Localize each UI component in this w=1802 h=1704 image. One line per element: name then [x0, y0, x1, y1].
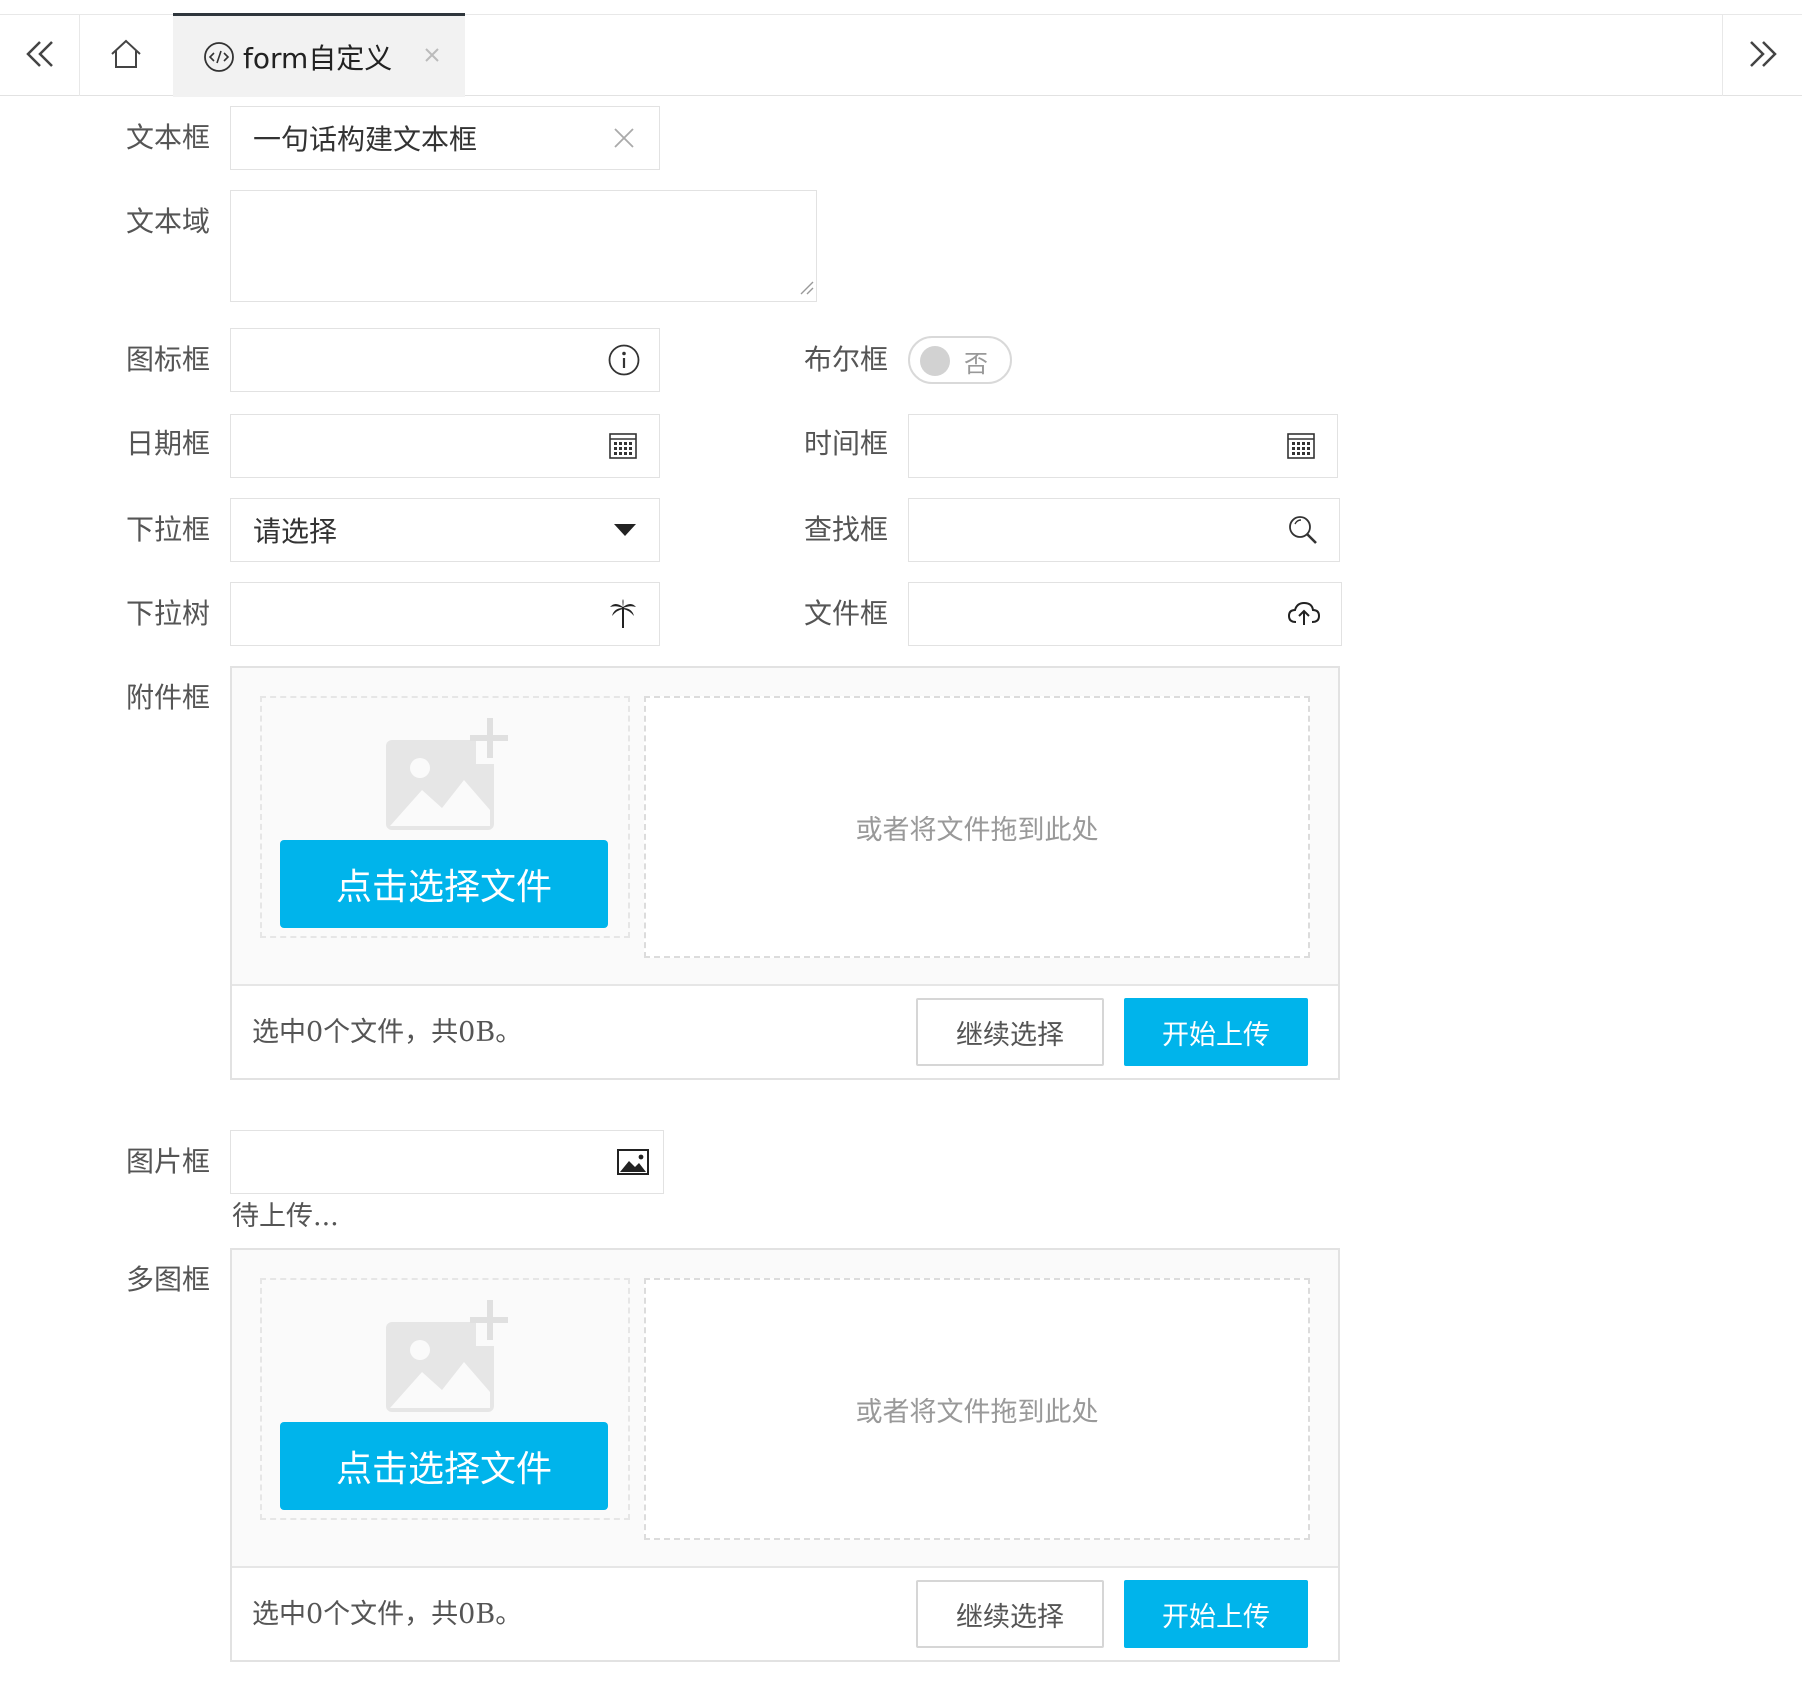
calendar-icon[interactable]	[1287, 433, 1315, 459]
select-field-label: 下拉框	[125, 513, 210, 546]
add-image-icon	[380, 1298, 510, 1420]
tab-title: form自定义	[243, 41, 393, 75]
text-field-label: 文本框	[125, 121, 210, 154]
file-field[interactable]	[908, 582, 1342, 646]
scroll-tabs-right-button[interactable]	[1722, 15, 1802, 96]
image-field[interactable]	[230, 1130, 664, 1194]
select-field[interactable]: 请选择	[230, 498, 660, 562]
attachment-uploader: 点击选择文件 或者将文件拖到此处 选中0个文件，共0B。 继续选择 开始上传	[230, 666, 1340, 1080]
upload-status-bar: 选中0个文件，共0B。 继续选择 开始上传	[232, 984, 1338, 1078]
code-icon	[203, 41, 235, 73]
close-icon[interactable]	[423, 46, 441, 64]
add-image-icon	[380, 716, 510, 838]
tree-select-field[interactable]	[230, 582, 660, 646]
continue-select-button[interactable]: 继续选择	[916, 998, 1104, 1066]
tree-select-label: 下拉树	[125, 597, 210, 630]
file-pick-area: 点击选择文件	[260, 1278, 630, 1520]
multi-image-field-label: 多图框	[125, 1263, 210, 1296]
choose-file-button[interactable]: 点击选择文件	[280, 840, 608, 928]
icon-field[interactable]	[230, 328, 660, 392]
file-drop-zone[interactable]: 或者将文件拖到此处	[644, 696, 1310, 958]
textarea-label: 文本域	[125, 205, 210, 238]
search-field[interactable]	[908, 498, 1340, 562]
cloud-upload-icon[interactable]	[1287, 601, 1321, 627]
search-field-label: 查找框	[803, 513, 888, 546]
scroll-tabs-left-button[interactable]	[0, 15, 80, 96]
tab-home[interactable]	[80, 15, 172, 96]
icon-field-label: 图标框	[125, 343, 210, 376]
switch-knob	[920, 346, 950, 376]
clear-icon[interactable]	[613, 127, 635, 149]
choose-file-button[interactable]: 点击选择文件	[280, 1422, 608, 1510]
multi-image-uploader: 点击选择文件 或者将文件拖到此处 选中0个文件，共0B。 继续选择 开始上传	[230, 1248, 1340, 1662]
text-field[interactable]: 一句话构建文本框	[230, 106, 660, 170]
home-icon	[109, 37, 143, 75]
caret-down-icon	[613, 523, 637, 537]
start-upload-button[interactable]: 开始上传	[1124, 1580, 1308, 1648]
search-icon[interactable]	[1287, 514, 1319, 546]
tab-form-custom[interactable]: form自定义	[173, 13, 465, 97]
text-field-value: 一句话构建文本框	[253, 123, 478, 156]
time-field-label: 时间框	[803, 427, 888, 460]
image-upload-status: 待上传...	[232, 1201, 339, 1232]
attachment-field-label: 附件框	[125, 681, 210, 714]
date-field[interactable]	[230, 414, 660, 478]
upload-status-text: 选中0个文件，共0B。	[252, 1599, 523, 1630]
image-icon[interactable]	[617, 1149, 649, 1175]
double-chevron-left-icon	[24, 38, 56, 74]
continue-select-button[interactable]: 继续选择	[916, 1580, 1104, 1648]
calendar-icon[interactable]	[609, 433, 637, 459]
select-placeholder: 请选择	[253, 515, 338, 548]
file-drop-zone[interactable]: 或者将文件拖到此处	[644, 1278, 1310, 1540]
switch-text: 否	[964, 350, 988, 378]
bool-field-label: 布尔框	[803, 343, 888, 376]
file-field-label: 文件框	[803, 597, 888, 630]
info-icon	[607, 343, 641, 377]
double-chevron-right-icon	[1747, 38, 1779, 74]
resize-handle-icon[interactable]	[796, 277, 814, 299]
upload-status-text: 选中0个文件，共0B。	[252, 1017, 523, 1048]
tab-bar: form自定义	[0, 13, 1802, 97]
start-upload-button[interactable]: 开始上传	[1124, 998, 1308, 1066]
file-pick-area: 点击选择文件	[260, 696, 630, 938]
date-field-label: 日期框	[125, 427, 210, 460]
time-field[interactable]	[908, 414, 1338, 478]
textarea-field[interactable]	[230, 190, 817, 302]
palm-tree-icon[interactable]	[609, 599, 637, 629]
bool-switch[interactable]: 否	[908, 336, 1012, 384]
upload-status-bar: 选中0个文件，共0B。 继续选择 开始上传	[232, 1566, 1338, 1660]
image-field-label: 图片框	[125, 1145, 210, 1178]
